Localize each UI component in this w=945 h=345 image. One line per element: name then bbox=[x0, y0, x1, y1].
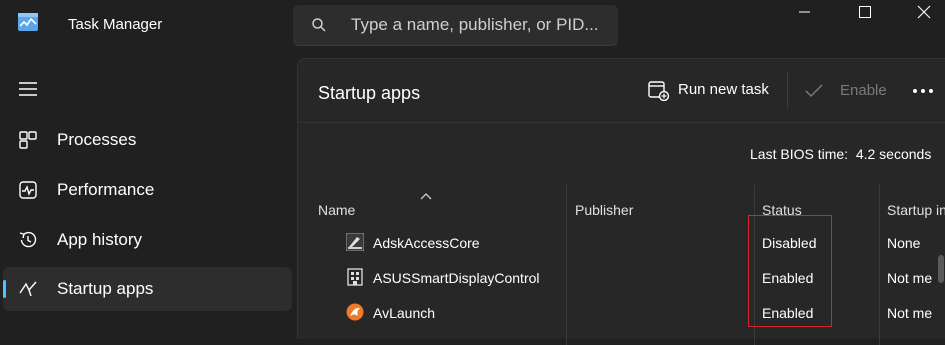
sidebar-item-label: Processes bbox=[57, 130, 137, 149]
search-input[interactable]: Type a name, publisher, or PID... bbox=[351, 15, 599, 35]
checkmark-icon bbox=[804, 81, 824, 101]
asus-display-app-icon bbox=[346, 268, 364, 286]
sidebar-item-startup-apps[interactable]: Startup apps bbox=[3, 267, 292, 311]
sidebar-item-performance[interactable]: Performance bbox=[3, 168, 292, 212]
adsk-app-icon bbox=[345, 232, 365, 252]
sidebar-item-label: App history bbox=[57, 230, 143, 249]
maximize-button[interactable] bbox=[842, 0, 888, 26]
hamburger-menu-icon[interactable] bbox=[18, 80, 38, 98]
enable-label: Enable bbox=[840, 82, 887, 99]
row-impact: Not me bbox=[887, 305, 933, 321]
row-name: AdskAccessCore bbox=[373, 235, 480, 251]
row-name: AvLaunch bbox=[373, 305, 436, 321]
row-name: ASUSSmartDisplayControl bbox=[373, 270, 540, 286]
column-separator bbox=[879, 185, 880, 345]
column-header-startup-impact[interactable]: Startup in bbox=[887, 202, 945, 218]
column-separator bbox=[566, 185, 567, 345]
row-impact: Not me bbox=[887, 270, 933, 286]
run-new-task-icon bbox=[648, 81, 670, 102]
column-header-publisher[interactable]: Publisher bbox=[575, 202, 633, 218]
run-new-task-label: Run new task bbox=[678, 81, 769, 98]
bios-value: 4.2 seconds bbox=[855, 146, 932, 162]
column-header-name[interactable]: Name bbox=[318, 202, 355, 218]
search-box[interactable]: Type a name, publisher, or PID... bbox=[293, 5, 618, 46]
search-icon bbox=[311, 17, 327, 33]
processes-icon bbox=[17, 129, 39, 151]
active-indicator bbox=[3, 280, 6, 298]
sidebar-item-label: Performance bbox=[57, 180, 155, 199]
avlaunch-app-icon bbox=[346, 303, 364, 321]
last-bios-time: Last BIOS time: 4.2 seconds bbox=[750, 146, 931, 162]
status-highlight-annotation bbox=[748, 215, 832, 327]
window-title: Task Manager bbox=[68, 16, 163, 33]
sidebar-item-processes[interactable]: Processes bbox=[3, 118, 292, 162]
vertical-scrollbar[interactable] bbox=[938, 255, 944, 283]
sidebar-item-app-history[interactable]: App history bbox=[3, 218, 292, 262]
more-options-icon[interactable] bbox=[910, 81, 936, 101]
close-button[interactable] bbox=[900, 0, 945, 26]
row-impact: None bbox=[887, 235, 921, 251]
bios-label: Last BIOS time: bbox=[750, 146, 849, 162]
page-title: Startup apps bbox=[318, 83, 421, 103]
app-history-icon bbox=[17, 229, 39, 251]
minimize-button[interactable] bbox=[782, 0, 828, 26]
task-manager-logo-icon bbox=[17, 12, 39, 32]
startup-apps-icon bbox=[17, 278, 39, 300]
performance-icon bbox=[17, 179, 39, 201]
toolbar-divider bbox=[787, 71, 788, 109]
sidebar-item-label: Startup apps bbox=[57, 279, 154, 298]
main-panel: Startup apps Run new task Enable Last BI… bbox=[297, 58, 945, 345]
header-divider bbox=[298, 122, 945, 123]
sort-ascending-icon bbox=[420, 187, 432, 200]
